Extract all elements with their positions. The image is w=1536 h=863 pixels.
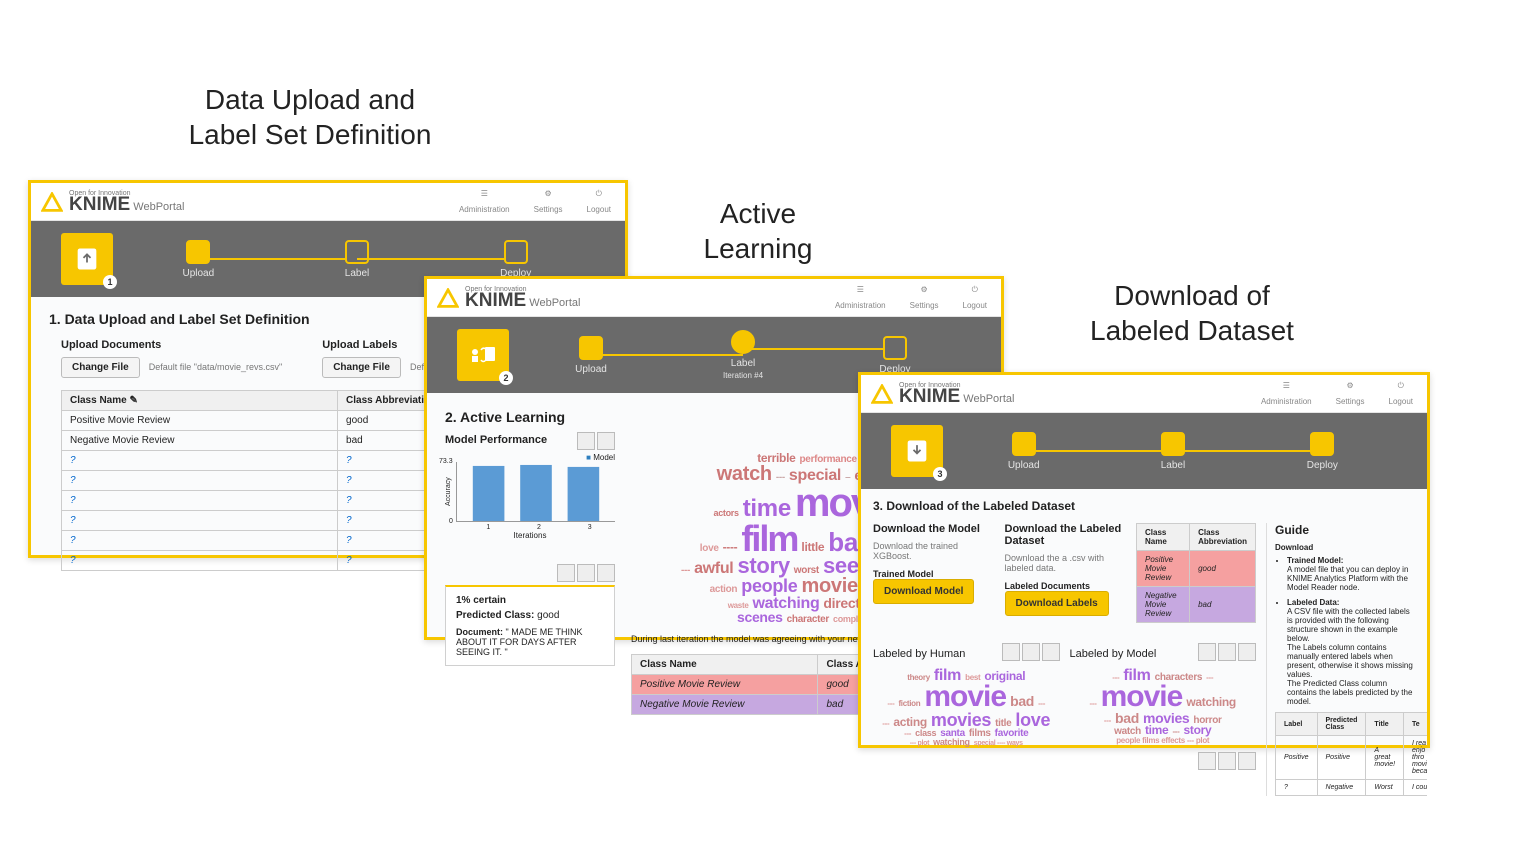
nav-administration[interactable]: ☰Administration xyxy=(1261,381,1312,406)
knime-logo-icon xyxy=(41,192,63,214)
nav-administration[interactable]: ☰Administration xyxy=(459,189,510,214)
nav-settings[interactable]: ⚙Settings xyxy=(534,189,563,214)
change-file-docs-button[interactable]: Change File xyxy=(61,357,140,378)
nav-logout[interactable]: ⏻Logout xyxy=(963,285,987,310)
table-row: ?NegativeWorstI cou xyxy=(1276,780,1428,796)
step-node-label[interactable] xyxy=(1161,432,1185,456)
step-node-upload[interactable] xyxy=(186,240,210,264)
model-performance-chart: 73.3 0 xyxy=(456,462,615,522)
step-tile-label: 2 xyxy=(457,329,509,381)
section-title: 2. Active Learning xyxy=(445,409,565,425)
step-tile-upload: 1 xyxy=(61,233,113,285)
step-node-label[interactable] xyxy=(345,240,369,264)
step-node-deploy[interactable] xyxy=(504,240,528,264)
step-badge: 2 xyxy=(499,371,513,385)
download-model-heading: Download the Model xyxy=(873,523,995,535)
chart-tool-icon[interactable] xyxy=(597,432,615,450)
chart-tool-icon[interactable] xyxy=(577,432,595,450)
guide-example-table: LabelPredicted ClassTitleTe PositivePosi… xyxy=(1275,712,1427,796)
step-node-label[interactable] xyxy=(731,330,755,354)
title-download: Download ofLabeled Dataset xyxy=(1062,278,1322,348)
topbar: Open for Innovation KNIME WebPortal ☰Adm… xyxy=(861,375,1427,413)
table-row: PositivePositiveA great movie!I rea enjo… xyxy=(1276,736,1428,780)
power-icon: ⏻ xyxy=(592,189,606,203)
predicted-class-value: good xyxy=(537,610,559,621)
nav-settings[interactable]: ⚙Settings xyxy=(1336,381,1365,406)
chart-xlabel: Iterations xyxy=(445,531,615,540)
gear-icon: ⚙ xyxy=(541,189,555,203)
step-node-deploy[interactable] xyxy=(883,336,907,360)
certainty-label: 1% certain xyxy=(456,595,604,606)
brand-name: KNIME xyxy=(69,194,130,215)
step-node-deploy[interactable] xyxy=(1310,432,1334,456)
step-badge: 3 xyxy=(933,467,947,481)
guide-heading: Guide xyxy=(1275,523,1415,537)
card-tool-icon[interactable] xyxy=(557,564,575,582)
labeled-by-model-heading: Labeled by Model xyxy=(1070,648,1157,660)
nav-settings[interactable]: ⚙Settings xyxy=(910,285,939,310)
title-upload: Data Upload andLabel Set Definition xyxy=(170,82,450,152)
class-mini-table: Class NameClass Abbreviation Positive Mo… xyxy=(1136,523,1256,623)
topbar: Open for Innovation KNIME WebPortal ☰Adm… xyxy=(427,279,1001,317)
nav-logout[interactable]: ⏻Logout xyxy=(587,189,611,214)
download-dataset-heading: Download the Labeled Dataset xyxy=(1005,523,1127,547)
wordcloud-model: ---filmcharacters--- ---moviewatching --… xyxy=(1070,668,1257,744)
topbar: Open for Innovation KNIME WebPortal ☰Adm… xyxy=(31,183,625,221)
model-performance-heading: Model Performance xyxy=(445,434,547,446)
step-node-upload[interactable] xyxy=(1012,432,1036,456)
prediction-card: 1% certain Predicted Class: good Documen… xyxy=(445,585,615,666)
step-tile-download: 3 xyxy=(891,425,943,477)
window-download: Open for Innovation KNIME WebPortal ☰Adm… xyxy=(858,372,1430,748)
nav-administration[interactable]: ☰Administration xyxy=(835,285,886,310)
upload-docs-heading: Upload Documents xyxy=(61,339,282,351)
labeled-by-human-heading: Labeled by Human xyxy=(873,648,965,660)
title-active: ActiveLearning xyxy=(658,196,858,266)
section-title: 3. Download of the Labeled Dataset xyxy=(873,499,1415,513)
table-row[interactable]: Positive Movie Reviewgood xyxy=(1137,551,1256,587)
upload-docs-hint: Default file "data/movie_revs.csv" xyxy=(149,362,282,372)
step-badge: 1 xyxy=(103,275,117,289)
chart-ylabel: Accuracy xyxy=(445,462,452,522)
brand-portal: WebPortal xyxy=(133,201,184,214)
wordcloud-human: theoryfilmbestoriginal ---fictionmovieba… xyxy=(873,668,1060,748)
nav-logout[interactable]: ⏻Logout xyxy=(1389,381,1413,406)
download-model-button[interactable]: Download Model xyxy=(873,579,974,604)
knime-logo-icon xyxy=(871,384,893,406)
download-labels-button[interactable]: Download Labels xyxy=(1005,591,1109,616)
chart-legend: Model xyxy=(593,453,615,462)
table-row[interactable]: Negative Movie Reviewbad xyxy=(1137,587,1256,623)
class-name-header[interactable]: Class Name ✎ xyxy=(62,391,338,411)
step-node-upload[interactable] xyxy=(579,336,603,360)
knime-logo-icon xyxy=(437,288,459,310)
upload-icon xyxy=(73,245,101,273)
change-file-labels-button[interactable]: Change File xyxy=(322,357,401,378)
label-loop-icon xyxy=(467,341,499,369)
download-icon xyxy=(903,437,931,465)
